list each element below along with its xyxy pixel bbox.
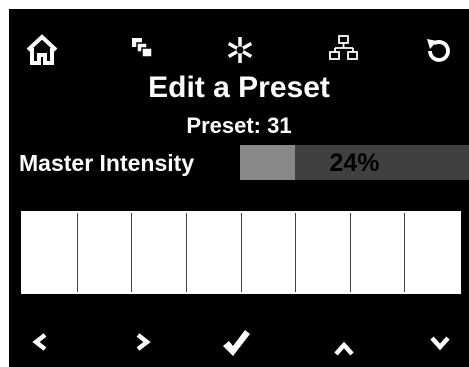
- asterisk-button[interactable]: [220, 31, 260, 71]
- chevron-down-icon: [430, 336, 450, 351]
- master-intensity-slider[interactable]: 24%: [240, 145, 469, 180]
- down-button[interactable]: [426, 327, 466, 361]
- checkmark-icon: [223, 330, 250, 356]
- previous-button[interactable]: [23, 327, 63, 361]
- undo-icon: [427, 39, 450, 62]
- network-icon: [329, 35, 358, 60]
- copy-icon: [132, 38, 153, 58]
- chevron-right-icon: [136, 333, 151, 351]
- preset-slot-row: [21, 211, 461, 294]
- home-icon: [26, 34, 58, 65]
- chevron-up-icon: [334, 341, 354, 356]
- preset-slot[interactable]: [77, 213, 133, 292]
- master-intensity-value: 24%: [329, 149, 380, 177]
- home-button[interactable]: [22, 31, 62, 71]
- preset-slot[interactable]: [132, 213, 187, 292]
- next-button[interactable]: [125, 327, 165, 361]
- preset-slot[interactable]: [350, 213, 406, 292]
- undo-button[interactable]: [419, 31, 459, 71]
- master-intensity-label: Master Intensity: [19, 150, 195, 176]
- page-title: Edit a Preset: [148, 71, 330, 104]
- preset-slot[interactable]: [186, 213, 242, 292]
- preset-slot[interactable]: [23, 213, 78, 292]
- device-screen: Edit a Preset Preset: 31 Master Intensit…: [9, 9, 469, 367]
- up-button[interactable]: [328, 327, 368, 361]
- confirm-button[interactable]: [220, 327, 260, 361]
- asterisk-icon: [227, 37, 253, 63]
- network-button[interactable]: [326, 31, 366, 71]
- copy-button[interactable]: [126, 31, 166, 71]
- preset-slot[interactable]: [241, 213, 297, 292]
- preset-number-label: Preset: 31: [186, 113, 292, 138]
- chevron-left-icon: [32, 333, 47, 351]
- preset-slot[interactable]: [405, 213, 459, 292]
- preset-slot[interactable]: [296, 213, 351, 292]
